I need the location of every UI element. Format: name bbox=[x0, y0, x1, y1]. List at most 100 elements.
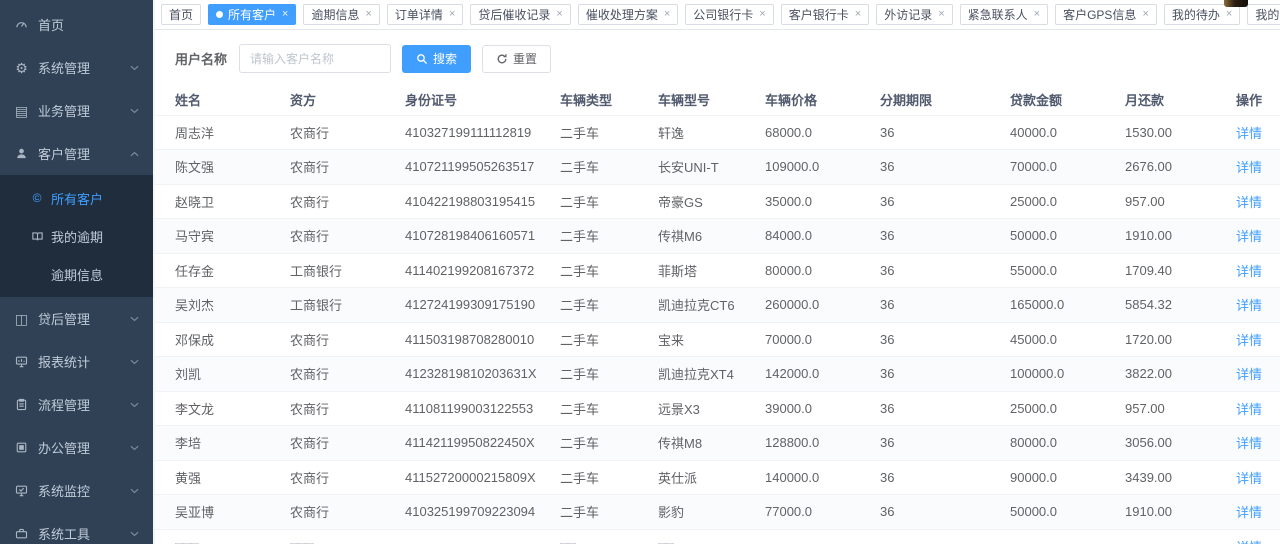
cell-action: 详情 bbox=[1227, 288, 1280, 323]
tab-close-icon[interactable]: × bbox=[759, 9, 765, 20]
tab-label: 首页 bbox=[169, 6, 193, 23]
tab-close-icon[interactable]: × bbox=[1034, 9, 1040, 20]
sidebar-item-2[interactable]: ▤业务管理 bbox=[0, 89, 153, 132]
cell-installment-term: 36 bbox=[880, 184, 1010, 219]
tab-9[interactable]: 紧急联系人× bbox=[960, 4, 1048, 25]
column-header-7: 贷款金额 bbox=[1010, 85, 1125, 115]
cell-action: 详情 bbox=[1227, 322, 1280, 357]
cell-vehicle-model: 轩逸 bbox=[658, 115, 765, 150]
tab-4[interactable]: 贷后催收记录× bbox=[470, 4, 570, 25]
tab-8[interactable]: 外访记录× bbox=[876, 4, 952, 25]
sidebar-item-1[interactable]: ⚙系统管理 bbox=[0, 46, 153, 89]
cell-installment-term: 36 bbox=[880, 495, 1010, 530]
office-icon bbox=[14, 440, 29, 455]
cell-action: 详情 bbox=[1227, 495, 1280, 530]
sidebar: 首页⚙系统管理▤业务管理客户管理©所有客户我的逾期逾期信息◫贷后管理报表统计流程… bbox=[0, 0, 153, 544]
app-window: 首页⚙系统管理▤业务管理客户管理©所有客户我的逾期逾期信息◫贷后管理报表统计流程… bbox=[0, 0, 1280, 544]
sidebar-item-0[interactable]: 首页 bbox=[0, 3, 153, 46]
cell-capital: 农商行 bbox=[290, 391, 405, 426]
column-header-1: 资方 bbox=[290, 85, 405, 115]
cell-action: 详情 bbox=[1227, 357, 1280, 392]
cell-vehicle-price: 84000.0 bbox=[765, 219, 880, 254]
tab-close-icon[interactable]: × bbox=[1142, 9, 1148, 20]
cell-monthly-payment: 957.00 bbox=[1125, 184, 1227, 219]
sidebar-subitem-0[interactable]: ©所有客户 bbox=[0, 179, 153, 217]
cell-id-number: 410422198803195415 bbox=[405, 184, 560, 219]
detail-link[interactable]: 详情 bbox=[1236, 367, 1262, 382]
sidebar-item-8[interactable]: 系统监控 bbox=[0, 469, 153, 512]
sidebar-item-5[interactable]: 报表统计 bbox=[0, 340, 153, 383]
detail-link[interactable]: 详情 bbox=[1236, 505, 1262, 520]
cell-action: 详情 bbox=[1227, 219, 1280, 254]
detail-link[interactable]: 详情 bbox=[1236, 126, 1262, 141]
sidebar-item-label: 报表统计 bbox=[38, 352, 126, 371]
tab-2[interactable]: 逾期信息× bbox=[303, 4, 379, 25]
column-header-0: 姓名 bbox=[155, 85, 290, 115]
avatar-partial[interactable] bbox=[1224, 0, 1248, 7]
cell-loan-amount: 165000.0 bbox=[1010, 288, 1125, 323]
customer-table-wrap: 姓名资方身份证号车辆类型车辆型号车辆价格分期期限贷款金额月还款操作 周志洋农商行… bbox=[155, 85, 1280, 544]
cell-vehicle-price: 140000.0 bbox=[765, 460, 880, 495]
reset-button[interactable]: 重置 bbox=[482, 45, 551, 73]
chevron-down-icon bbox=[130, 316, 139, 322]
table-row: 李文龙农商行411081199003122553二手车远景X339000.036… bbox=[155, 391, 1280, 426]
detail-link[interactable]: 详情 bbox=[1236, 229, 1262, 244]
toolbox-icon bbox=[14, 526, 29, 541]
search-input[interactable] bbox=[239, 44, 391, 73]
cell-action: 详情 bbox=[1227, 150, 1280, 185]
cell-vehicle-model: □□ bbox=[658, 529, 765, 544]
cell-monthly-payment: 2676.00 bbox=[1125, 150, 1227, 185]
sidebar-submenu: ©所有客户我的逾期逾期信息 bbox=[0, 175, 153, 297]
cell-vehicle-price: 77000.0 bbox=[765, 495, 880, 530]
sidebar-item-6[interactable]: 流程管理 bbox=[0, 383, 153, 426]
cell-vehicle-model: 传祺M8 bbox=[658, 426, 765, 461]
tab-close-icon[interactable]: × bbox=[282, 9, 288, 20]
cell-installment-term: 36 bbox=[880, 357, 1010, 392]
sidebar-item-label: 贷后管理 bbox=[38, 309, 126, 328]
sidebar-subitem-1[interactable]: 我的逾期 bbox=[0, 217, 153, 255]
tab-close-icon[interactable]: × bbox=[938, 9, 944, 20]
tab-close-icon[interactable]: × bbox=[449, 9, 455, 20]
cell-vehicle-price: 80000.0 bbox=[765, 253, 880, 288]
cell-vehicle-model: 远景X3 bbox=[658, 391, 765, 426]
tab-close-icon[interactable]: × bbox=[556, 9, 562, 20]
detail-link[interactable]: 详情 bbox=[1236, 195, 1262, 210]
tab-close-icon[interactable]: × bbox=[1226, 9, 1232, 20]
sidebar-item-3[interactable]: 客户管理 bbox=[0, 132, 153, 175]
cell-vehicle-type: 二手车 bbox=[560, 253, 658, 288]
sidebar-item-7[interactable]: 办公管理 bbox=[0, 426, 153, 469]
tab-3[interactable]: 订单详情× bbox=[387, 4, 463, 25]
tab-10[interactable]: 客户GPS信息× bbox=[1055, 4, 1157, 25]
cell-loan-amount: 50000.0 bbox=[1010, 219, 1125, 254]
cell-installment-term: 36 bbox=[880, 426, 1010, 461]
detail-link[interactable]: 详情 bbox=[1236, 160, 1262, 175]
cell-capital: 农商行 bbox=[290, 460, 405, 495]
detail-link[interactable]: 详情 bbox=[1236, 471, 1262, 486]
tab-0[interactable]: 首页 bbox=[161, 4, 201, 25]
tab-11[interactable]: 我的待办× bbox=[1164, 4, 1240, 25]
detail-link[interactable]: 详情 bbox=[1236, 333, 1262, 348]
tab-close-icon[interactable]: × bbox=[365, 9, 371, 20]
detail-link[interactable]: 详情 bbox=[1236, 298, 1262, 313]
table-row: 刘凯农商行41232819810203631X二手车凯迪拉克XT4142000.… bbox=[155, 357, 1280, 392]
tab-bar: 首页所有客户× 逾期信息× 订单详情× 贷后催收记录× 催收处理方案× 公司银行卡× 客户银… bbox=[155, 0, 1280, 30]
cell-name: 任存金 bbox=[155, 253, 290, 288]
tab-6[interactable]: 公司银行卡× bbox=[685, 4, 773, 25]
detail-link[interactable]: 详情 bbox=[1236, 264, 1262, 279]
sidebar-item-9[interactable]: 系统工具 bbox=[0, 512, 153, 544]
sidebar-subitem-2[interactable]: 逾期信息 bbox=[0, 255, 153, 293]
detail-link[interactable]: 详情 bbox=[1236, 540, 1262, 544]
tab-7[interactable]: 客户银行卡 × bbox=[781, 4, 869, 25]
tab-12[interactable]: 我的流程× bbox=[1247, 4, 1280, 25]
detail-link[interactable]: 详情 bbox=[1236, 402, 1262, 417]
sidebar-item-4[interactable]: ◫贷后管理 bbox=[0, 297, 153, 340]
tab-label: 客户银行卡 bbox=[789, 6, 849, 23]
cell-vehicle-type: □□ bbox=[560, 529, 658, 544]
cell-monthly-payment: 3056.00 bbox=[1125, 426, 1227, 461]
tab-5[interactable]: 催收处理方案× bbox=[578, 4, 678, 25]
tab-1[interactable]: 所有客户× bbox=[208, 4, 296, 25]
tab-close-icon[interactable]: × bbox=[664, 9, 670, 20]
tab-close-icon[interactable]: × bbox=[855, 9, 861, 20]
search-button[interactable]: 搜索 bbox=[402, 45, 471, 73]
detail-link[interactable]: 详情 bbox=[1236, 436, 1262, 451]
